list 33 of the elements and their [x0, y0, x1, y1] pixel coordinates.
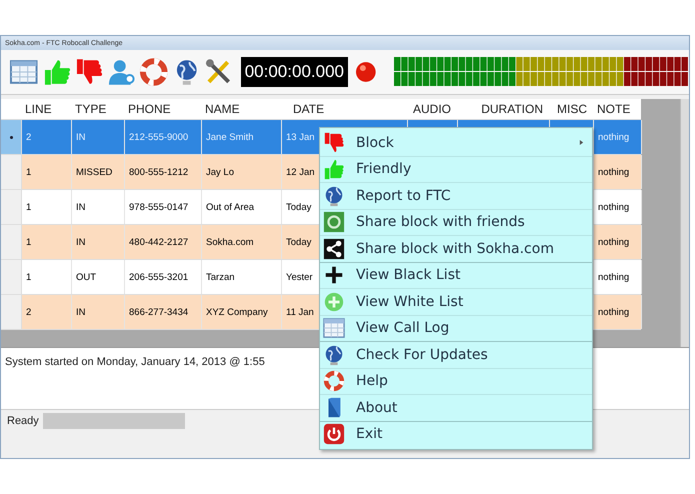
table-cell: IN: [72, 295, 125, 329]
table-cell: Jane Smith: [202, 120, 282, 154]
table-cell: nothing: [594, 120, 642, 154]
timer-display: 00:00:00.000: [240, 57, 348, 87]
table-cell: Out of Area: [202, 190, 282, 224]
table-cell: 2: [22, 295, 72, 329]
table-cell: nothing: [594, 260, 642, 294]
table-cell: IN: [72, 190, 125, 224]
table-cell: nothing: [594, 225, 642, 259]
table-cell: 978-555-0147: [125, 190, 202, 224]
table-cell: MISSED: [72, 155, 125, 189]
table-cell: 480-442-2127: [125, 225, 202, 259]
table-cell: Jay Lo: [202, 155, 282, 189]
table-cell: nothing: [594, 295, 642, 329]
table-cell: 1: [22, 190, 72, 224]
table-cell: 1: [22, 155, 72, 189]
table-cell: IN: [72, 120, 125, 154]
table-cell: 206-555-3201: [125, 260, 202, 294]
table-cell: Tarzan: [202, 260, 282, 294]
table-cell: 800-555-1212: [125, 155, 202, 189]
table-cell: 1: [22, 225, 72, 259]
table-cell: 1: [22, 260, 72, 294]
table-cell: 212-555-9000: [125, 120, 202, 154]
table-cell: nothing: [594, 190, 642, 224]
table-cell: OUT: [72, 260, 125, 294]
table-cell: 866-277-3434: [125, 295, 202, 329]
table-cell: Sokha.com: [202, 225, 282, 259]
status-text: Ready: [7, 415, 39, 427]
table-cell: IN: [72, 225, 125, 259]
table-cell: XYZ Company: [202, 295, 282, 329]
table-cell: 2: [22, 120, 72, 154]
table-cell: nothing: [594, 155, 642, 189]
log-text: System started on Monday, January 14, 2013 @ 1:55: [5, 356, 265, 368]
